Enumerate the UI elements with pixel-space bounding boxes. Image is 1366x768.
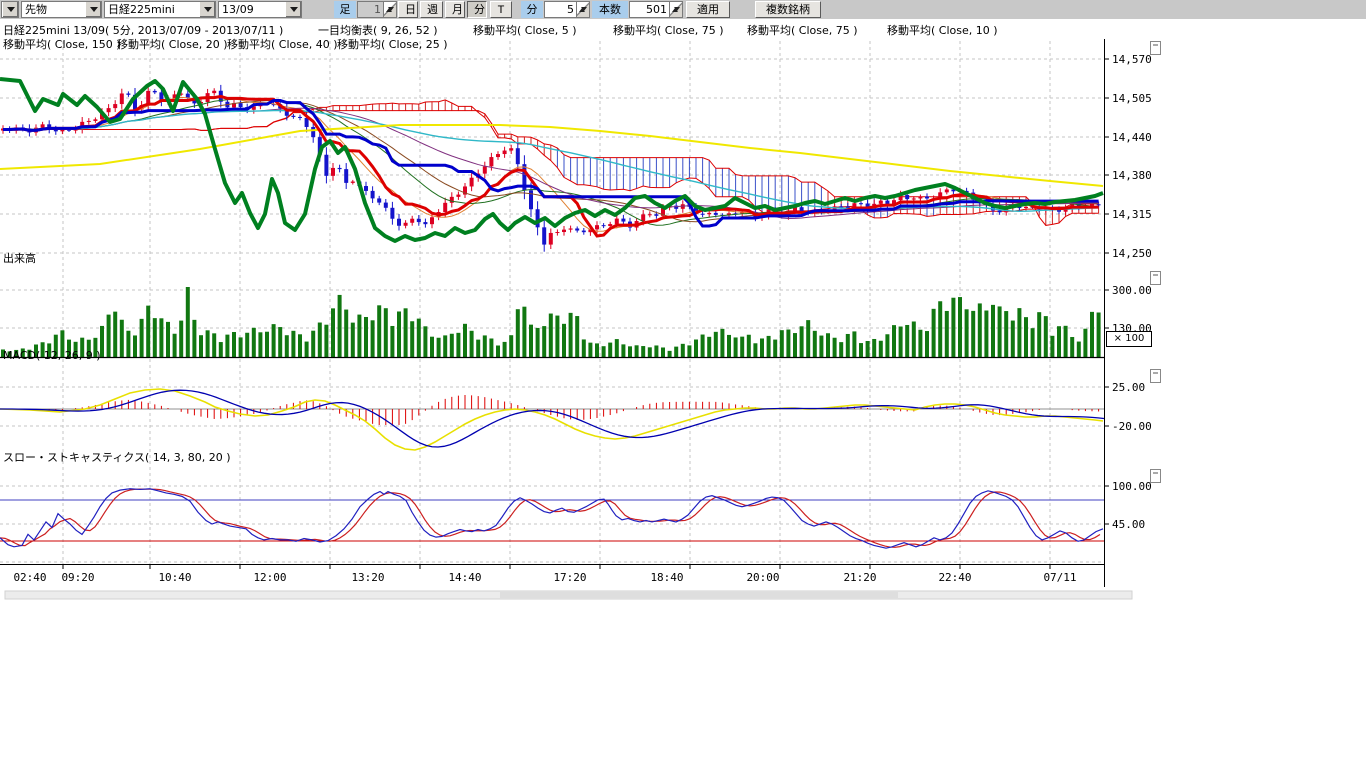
stochastics-panel — [0, 489, 1104, 548]
period-button-tick[interactable]: T — [490, 1, 512, 18]
y-axis-label: 14,505 — [1112, 92, 1152, 105]
chart-application-window: 先物 日経225mini 13/09 足 1 日 週 月 分 T 分 5 本数 … — [0, 0, 1366, 768]
contract-month-value: 13/09 — [219, 2, 285, 17]
volume-multiplier-badge: × 100 — [1106, 331, 1152, 347]
bar-type-label: 足 — [334, 1, 356, 18]
chevron-down-icon — [2, 2, 18, 17]
tenkan-line — [3, 96, 1099, 236]
multi-symbol-button[interactable]: 複数銘柄 — [755, 1, 821, 18]
contract-month-select[interactable]: 13/09 — [218, 1, 302, 18]
ma-150-line — [0, 125, 1103, 186]
y-axis-label: 100.00 — [1112, 480, 1152, 493]
panel-scale-button-1[interactable] — [1151, 272, 1161, 285]
legend-ma20: 移動平均( Close, 20 ) — [117, 36, 228, 52]
y-axis-label: 14,440 — [1112, 131, 1152, 144]
time-axis-label: 13:20 — [351, 571, 384, 584]
time-axis-label: 14:40 — [448, 571, 481, 584]
bar-count-value: 501 — [629, 1, 669, 18]
time-axis-label: 18:40 — [650, 571, 683, 584]
bar-count-label: 本数 — [592, 1, 628, 18]
spinner-icon[interactable] — [383, 1, 397, 18]
time-axis-label: 10:40 — [158, 571, 191, 584]
period-button-week[interactable]: 週 — [420, 1, 443, 18]
ma-40-line — [3, 108, 1099, 218]
y-axis-label: 14,380 — [1112, 169, 1152, 182]
chevron-down-icon — [85, 2, 101, 17]
time-axis-label: 12:00 — [253, 571, 286, 584]
bar-count-stepper[interactable]: 501 — [629, 1, 683, 18]
spinner-icon[interactable] — [669, 1, 683, 18]
minute-value-stepper[interactable]: 5 — [544, 1, 590, 18]
minute-label: 分 — [521, 1, 543, 18]
time-axis-label: 21:20 — [843, 571, 876, 584]
time-axis-label: 17:20 — [553, 571, 586, 584]
instrument-type-value: 先物 — [22, 2, 85, 17]
legend-ma25: 移動平均( Close, 25 ) — [337, 36, 448, 52]
y-axis-label: -20.00 — [1112, 420, 1152, 433]
stoch-k-line — [0, 489, 1103, 548]
chart-canvas[interactable]: 14,570 14,505 14,440 14,380 14,315 14,250 300.… — [0, 19, 1170, 611]
chikou-line — [0, 79, 1103, 241]
y-axis-label: 45.00 — [1112, 518, 1145, 531]
chevron-down-icon — [199, 2, 215, 17]
spinner-icon[interactable] — [576, 1, 590, 18]
minute-value: 5 — [544, 1, 576, 18]
time-axis-label: 07/11 — [1043, 571, 1076, 584]
apply-button[interactable]: 適用 — [686, 1, 730, 18]
toolbar: 先物 日経225mini 13/09 足 1 日 週 月 分 T 分 5 本数 … — [0, 0, 1366, 20]
y-axis-label: 14,315 — [1112, 208, 1152, 221]
symbol-select[interactable]: 日経225mini — [104, 1, 216, 18]
panel-scale-button-3[interactable] — [1151, 470, 1161, 483]
y-axis-label: 25.00 — [1112, 381, 1145, 394]
legend-ma5: 移動平均( Close, 5 ) — [473, 22, 577, 38]
legend-ma10: 移動平均( Close, 10 ) — [887, 22, 998, 38]
volume-panel-label: 出来高 — [3, 250, 36, 266]
instrument-type-select[interactable]: 先物 — [21, 1, 102, 18]
bar-interval-value: 1 — [357, 1, 383, 18]
time-axis-label: 02:40 — [13, 571, 46, 584]
legend-ma40: 移動平均( Close, 40 ) — [227, 36, 338, 52]
time-axis-label: 20:00 — [746, 571, 779, 584]
stochastics-panel-label: スロー・ストキャスティクス( 14, 3, 80, 20 ) — [3, 449, 231, 465]
chart-area: 14,570 14,505 14,440 14,380 14,315 14,250 300.… — [0, 19, 1366, 619]
panel-scale-button-0[interactable] — [1151, 42, 1161, 55]
macd-panel-label: MACD( 12, 26, 9 ) — [3, 349, 101, 362]
time-axis-label: 09:20 — [61, 571, 94, 584]
volume-panel — [1, 287, 1101, 357]
chevron-down-icon — [285, 2, 301, 17]
y-axis-label: 14,570 — [1112, 53, 1152, 66]
legend-ma75b: 移動平均( Close, 75 ) — [747, 22, 858, 38]
period-button-month[interactable]: 月 — [445, 1, 465, 18]
horizontal-scrollbar[interactable] — [5, 591, 1132, 599]
legend-ma75: 移動平均( Close, 75 ) — [613, 22, 724, 38]
macd-line — [0, 389, 1103, 450]
time-axis-label: 22:40 — [938, 571, 971, 584]
bar-interval-stepper[interactable]: 1 — [357, 1, 397, 18]
price-panel — [0, 79, 1103, 252]
collapsed-combo-button[interactable] — [1, 1, 19, 18]
y-axis-label: 14,250 — [1112, 247, 1152, 260]
legend-ma150: 移動平均( Close, 150 ) — [3, 36, 121, 52]
macd-panel — [0, 389, 1104, 450]
period-button-day[interactable]: 日 — [398, 1, 418, 18]
symbol-value: 日経225mini — [105, 2, 199, 17]
period-button-minute[interactable]: 分 — [467, 1, 487, 18]
y-axis-label: 300.00 — [1112, 284, 1152, 297]
panel-scale-button-2[interactable] — [1151, 370, 1161, 383]
